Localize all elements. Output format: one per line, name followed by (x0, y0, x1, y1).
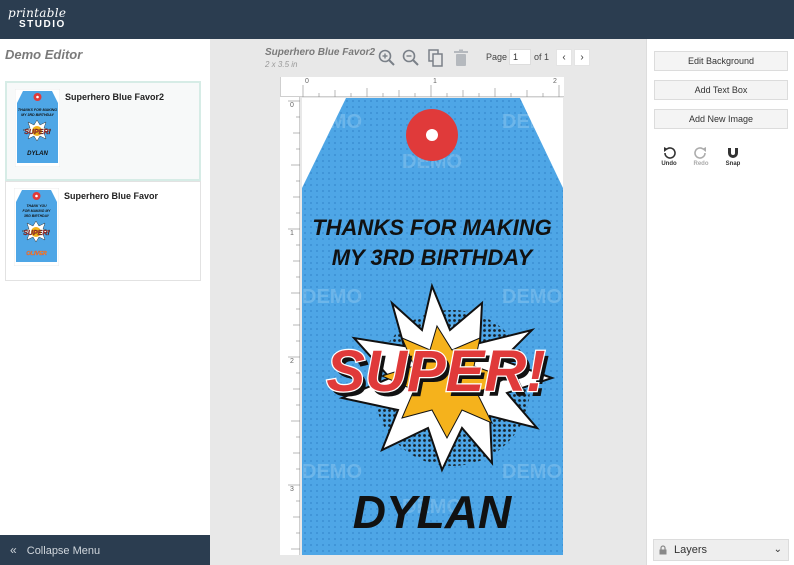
thumb-line1: THANKS FOR MAKING (18, 108, 57, 112)
ruler-label: 3 (290, 486, 294, 493)
favor-tag-canvas[interactable]: DEMO DEMO DEMO DEMO DEMO DEMO DEMO DEMO … (302, 98, 563, 555)
top-bar: printable STUDIO (0, 0, 794, 39)
thumb-line1: THANK YOU (26, 204, 47, 208)
undo-button[interactable]: Undo (658, 146, 680, 167)
collapse-menu-label: Collapse Menu (26, 545, 101, 557)
design-card-favor2[interactable]: THANKS FOR MAKING MY 3RD BIRTHDAY SUPER!… (5, 81, 201, 181)
snap-label: Snap (725, 161, 741, 167)
document-size: 2 x 3.5 in (265, 60, 298, 69)
redo-label: Redo (693, 161, 709, 167)
ruler-label: 0 (305, 78, 309, 85)
collapse-menu-button[interactable]: « Collapse Menu (0, 535, 210, 565)
horizontal-ruler: 0 1 2 (280, 77, 564, 97)
svg-text:DEMO: DEMO (502, 286, 562, 308)
layers-label: Layers (674, 544, 708, 556)
ruler-label: 1 (433, 78, 437, 85)
page-count: of 1 (534, 52, 550, 62)
page-label: Page (486, 52, 508, 62)
redo-button[interactable]: Redo (690, 146, 712, 167)
trash-icon[interactable] (451, 48, 471, 68)
add-text-box-button[interactable]: Add Text Box (654, 80, 788, 100)
vertical-ruler: 0 1 2 3 (280, 97, 300, 555)
design-name: Superhero Blue Favor (64, 191, 159, 201)
design-card-favor[interactable]: THANK YOU FOR MAKING MY 3RD BIRTHDAY SUP… (5, 181, 201, 281)
thumb-line2: MY 3RD BIRTHDAY (21, 113, 54, 117)
snap-button[interactable]: Snap (722, 146, 744, 167)
app-logo[interactable]: printable STUDIO (8, 6, 68, 34)
zoom-in-icon[interactable] (377, 48, 397, 68)
ruler-label: 1 (290, 230, 294, 237)
undo-icon (664, 147, 676, 159)
redo-icon (694, 147, 706, 159)
ruler-label: 2 (553, 78, 557, 85)
layers-dropdown[interactable]: Layers ⌄ (653, 539, 789, 561)
burst-text: SUPER! (326, 339, 545, 404)
edit-background-button[interactable]: Edit Background (654, 51, 788, 71)
double-chevron-left-icon: « (10, 543, 17, 557)
thumb-burst: SUPER! (23, 230, 50, 237)
magnet-icon (728, 148, 738, 158)
prev-page-button[interactable]: ‹ (556, 49, 572, 66)
page-number-input[interactable] (509, 49, 531, 65)
copy-icon[interactable] (426, 48, 446, 68)
left-panel: Demo Editor THANKS FOR MAKING MY 3RD BIR… (0, 39, 210, 565)
thumb-name: OLIVER (26, 251, 47, 257)
ruler-label: 0 (290, 102, 294, 109)
thumb-name: DYLAN (27, 151, 48, 157)
svg-text:DEMO: DEMO (502, 111, 562, 133)
document-title: Superhero Blue Favor2 (265, 47, 376, 58)
thumb-burst: SUPER! (24, 129, 51, 136)
svg-text:DEMO: DEMO (502, 461, 562, 483)
svg-text:DEMO: DEMO (302, 461, 362, 483)
ruler-label: 2 (290, 358, 294, 365)
tag-headline-line2[interactable]: MY 3RD BIRTHDAY (332, 245, 535, 270)
thumb-line3: 3RD BIRTHDAY (24, 214, 50, 218)
zoom-out-icon[interactable] (401, 48, 421, 68)
right-panel: Edit Background Add Text Box Add New Ima… (646, 39, 794, 565)
svg-text:DEMO: DEMO (302, 286, 362, 308)
undo-label: Undo (661, 161, 677, 167)
chevron-down-icon: ⌄ (773, 544, 782, 555)
thumb-line2: FOR MAKING MY (23, 209, 52, 213)
design-thumbnail: THANK YOU FOR MAKING MY 3RD BIRTHDAY SUP… (14, 188, 59, 266)
design-thumbnail: THANKS FOR MAKING MY 3RD BIRTHDAY SUPER!… (15, 89, 60, 167)
tag-name-text[interactable]: DYLAN (353, 486, 512, 538)
add-new-image-button[interactable]: Add New Image (654, 109, 788, 129)
design-name: Superhero Blue Favor2 (65, 92, 165, 102)
panel-title: Demo Editor (5, 47, 83, 62)
next-page-button[interactable]: › (574, 49, 590, 66)
svg-text:DEMO: DEMO (302, 111, 362, 133)
tag-headline-line1[interactable]: THANKS FOR MAKING (312, 215, 552, 240)
logo-text-studio: STUDIO (19, 19, 66, 30)
editor-canvas-area: Superhero Blue Favor2 2 x 3.5 in Page of… (210, 39, 646, 565)
lock-icon (659, 545, 667, 555)
logo-text-printable: printable (8, 6, 67, 20)
